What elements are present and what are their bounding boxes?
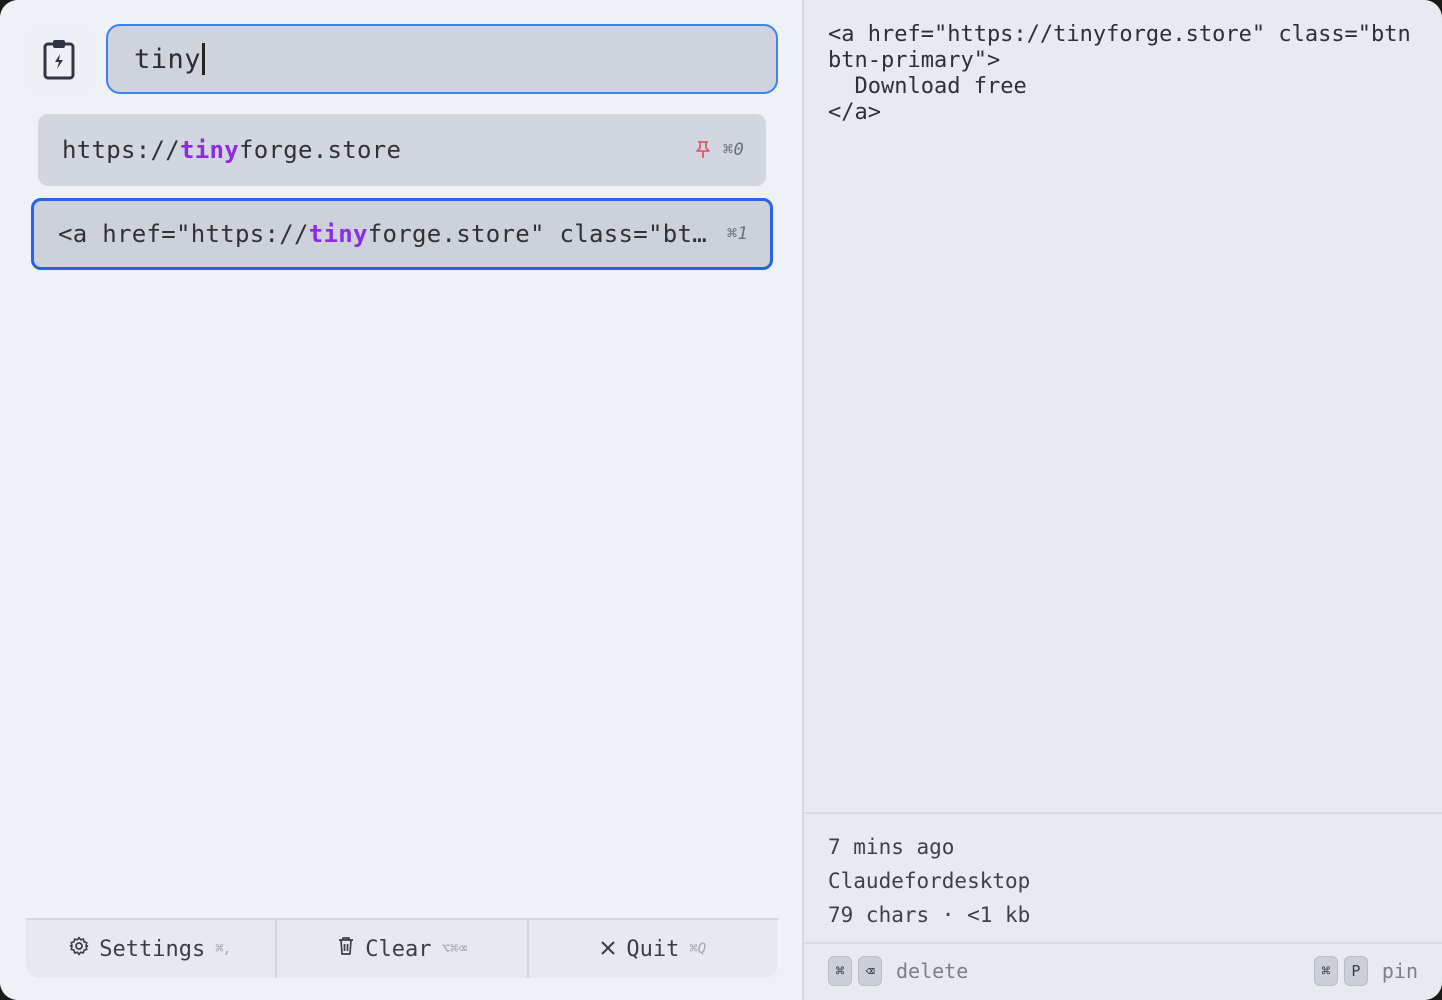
text-caret	[202, 43, 206, 75]
match-highlight: tiny	[180, 136, 239, 164]
gear-icon	[69, 936, 89, 962]
clear-shortcut: ⌥⌘⌫	[441, 941, 467, 957]
item-shortcut: ⌘1	[726, 224, 748, 244]
command-key: ⌘	[1313, 956, 1338, 986]
preview-panel: <a href="https://tinyforge.store" class=…	[804, 0, 1442, 1000]
quit-button[interactable]: Quit ⌘Q	[526, 920, 778, 978]
pin-icon[interactable]	[695, 140, 711, 160]
pin-action[interactable]: ⌘ P pin	[1313, 956, 1418, 986]
close-icon	[600, 937, 616, 962]
settings-label: Settings	[99, 936, 206, 962]
delete-label: delete	[896, 959, 969, 983]
p-key: P	[1343, 956, 1368, 986]
list-item[interactable]: https://tinyforge.store ⌘0	[38, 114, 766, 186]
clear-label: Clear	[365, 936, 432, 962]
command-key: ⌘	[828, 956, 852, 986]
divider	[804, 942, 1442, 944]
action-bar: ⌘ ⌫ delete ⌘ P pin	[828, 954, 1418, 988]
divider	[804, 812, 1442, 814]
item-metadata: 7 mins ago Claudefordesktop 79 chars · <…	[828, 830, 1030, 932]
pin-label: pin	[1381, 959, 1418, 983]
search-input[interactable]: tiny	[106, 24, 778, 94]
clipboard-icon	[26, 26, 92, 92]
list-item-text: https://tinyforge.store	[62, 136, 402, 164]
clipboard-window: tiny https://tinyforge.store ⌘0 <a href=…	[0, 0, 1442, 1000]
quit-shortcut: ⌘Q	[689, 941, 707, 957]
delete-action[interactable]: ⌘ ⌫ delete	[828, 956, 968, 986]
trash-icon	[337, 936, 355, 962]
settings-shortcut: ⌘,	[215, 941, 233, 957]
search-query: tiny	[134, 43, 202, 75]
history-panel: tiny https://tinyforge.store ⌘0 <a href=…	[0, 0, 802, 1000]
list-item-selected[interactable]: <a href="https://tinyforge.store" class=…	[31, 198, 773, 270]
quit-label: Quit	[626, 936, 680, 962]
bottom-toolbar: Settings ⌘, Clear ⌥⌘⌫ Quit ⌘Q	[26, 918, 778, 978]
backspace-key: ⌫	[858, 956, 882, 986]
list-item-text: <a href="https://tinyforge.store" class=…	[58, 220, 707, 248]
source-app: Claudefordesktop	[828, 869, 1031, 893]
clear-button[interactable]: Clear ⌥⌘⌫	[275, 920, 526, 978]
item-shortcut: ⌘0	[722, 140, 744, 160]
copied-time: 7 mins ago	[828, 835, 955, 859]
match-highlight: tiny	[308, 220, 368, 248]
preview-content: <a href="https://tinyforge.store" class=…	[828, 22, 1411, 125]
settings-button[interactable]: Settings ⌘,	[26, 920, 275, 978]
content-size: 79 chars · <1 kb	[828, 903, 1031, 927]
